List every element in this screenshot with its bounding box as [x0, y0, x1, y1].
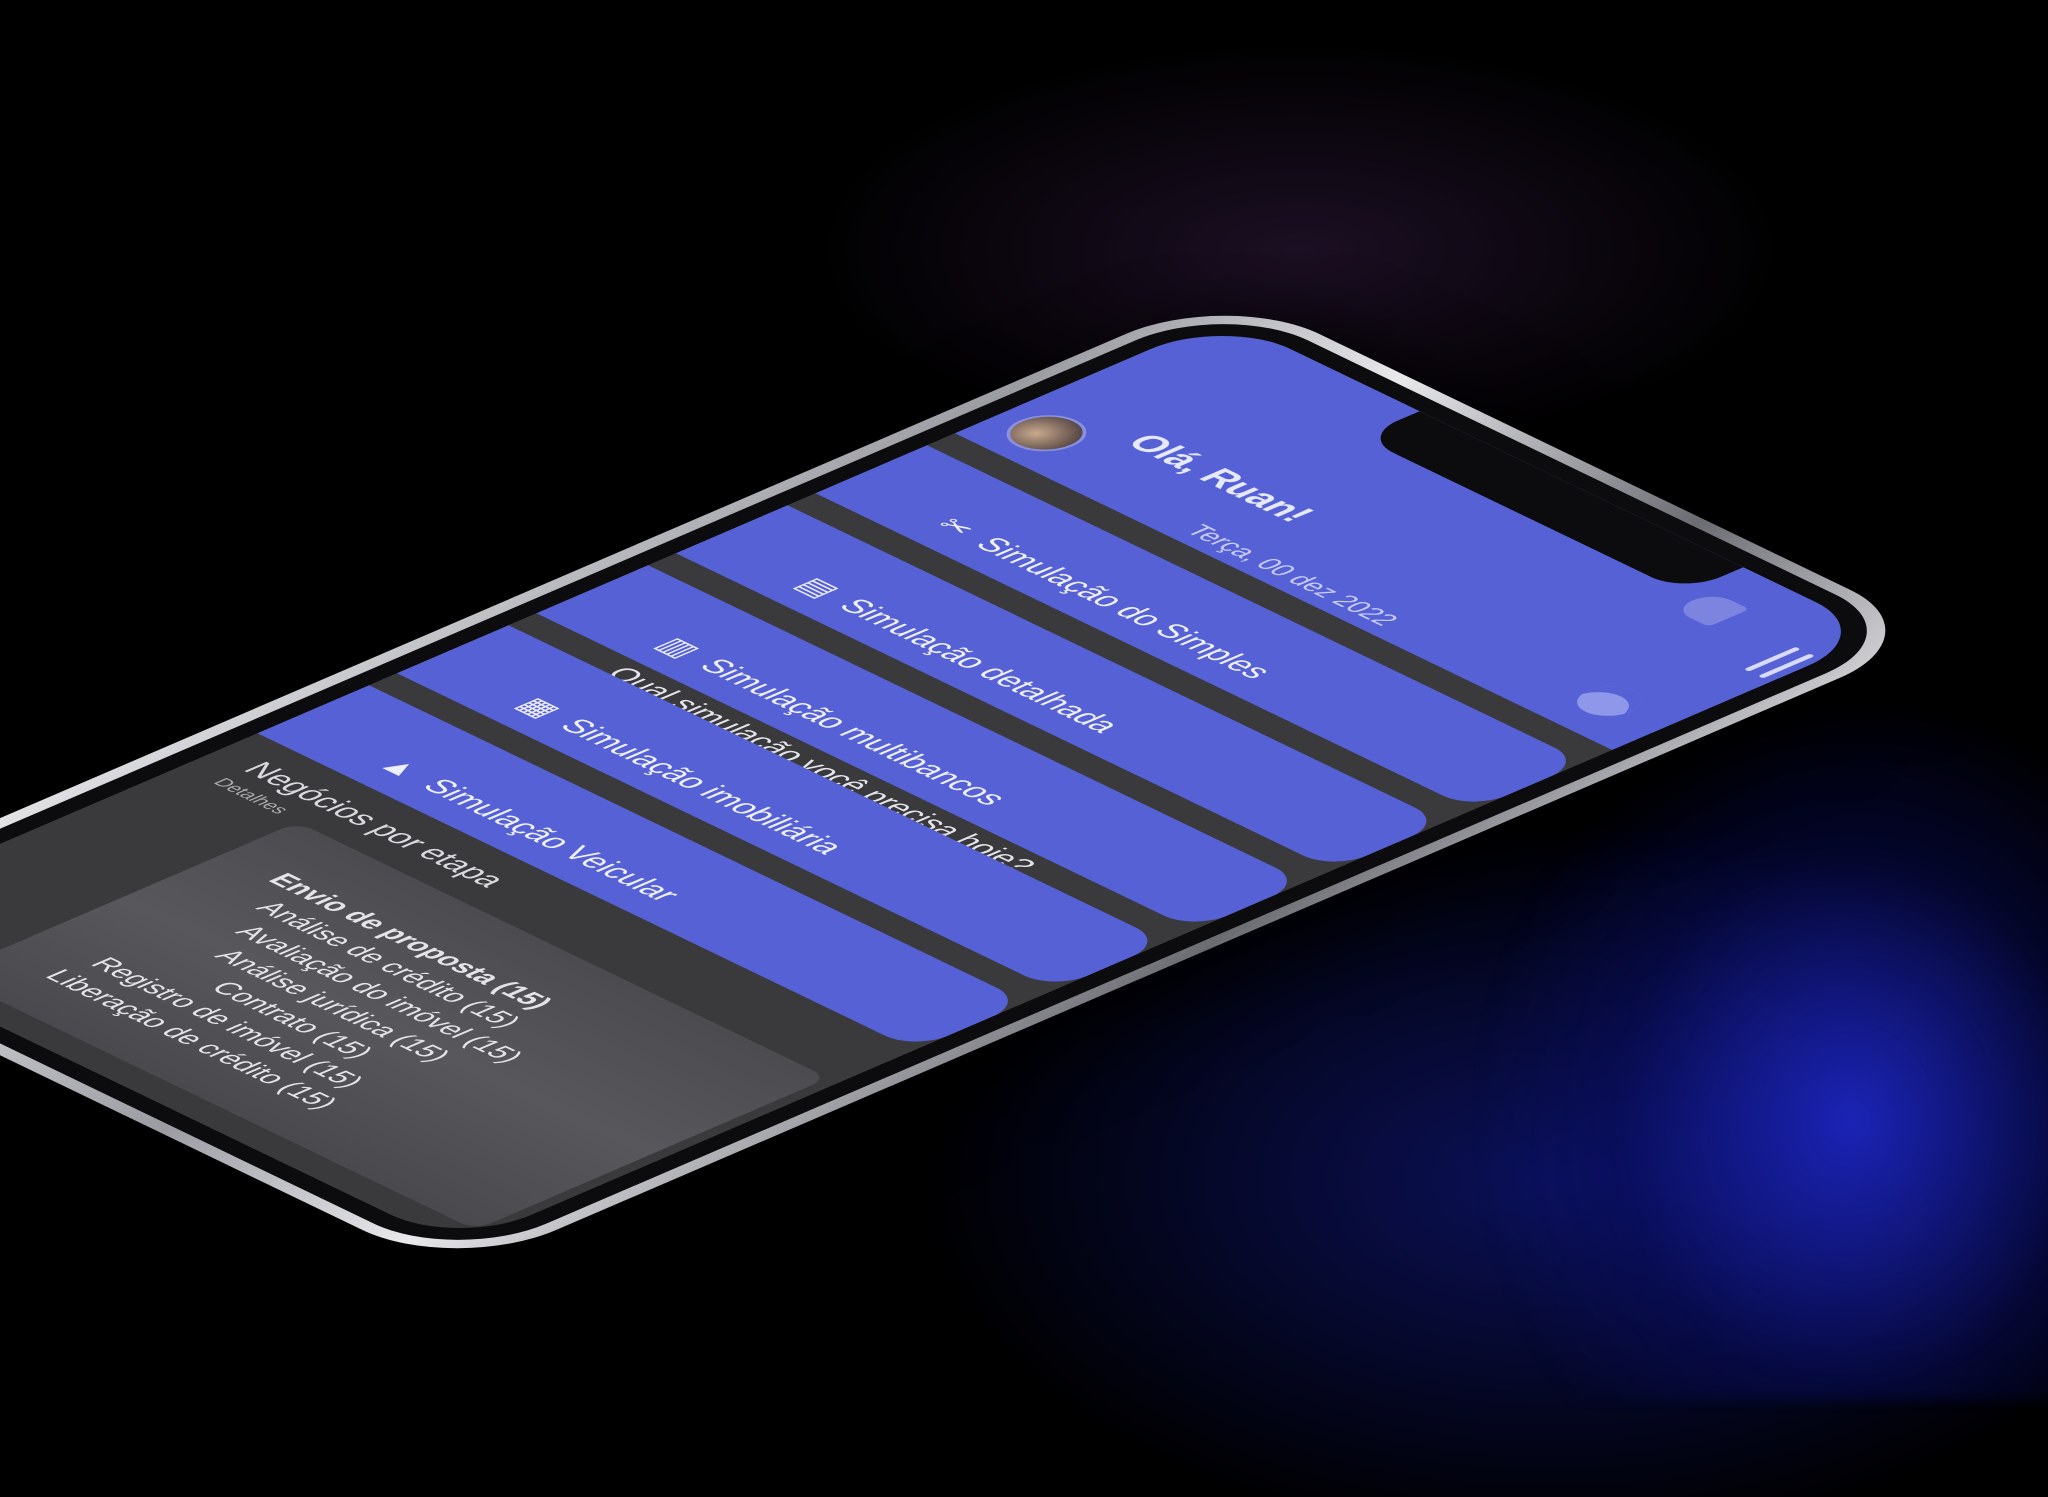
background-glow — [1480, 700, 2048, 1400]
bank-icon: ▥ — [647, 633, 710, 662]
avatar[interactable] — [990, 407, 1103, 459]
scissors-icon: ✂ — [926, 513, 986, 541]
greeting: Olá, Ruan! — [1116, 429, 1324, 527]
moon-icon[interactable] — [1563, 680, 1656, 722]
document-icon: ▤ — [786, 573, 849, 602]
house-icon: ▦ — [507, 693, 570, 722]
bell-icon[interactable] — [1672, 591, 1750, 627]
scene: Olá, Ruan! Terça, 00 dez 2022 Qual simul… — [0, 0, 2048, 1497]
